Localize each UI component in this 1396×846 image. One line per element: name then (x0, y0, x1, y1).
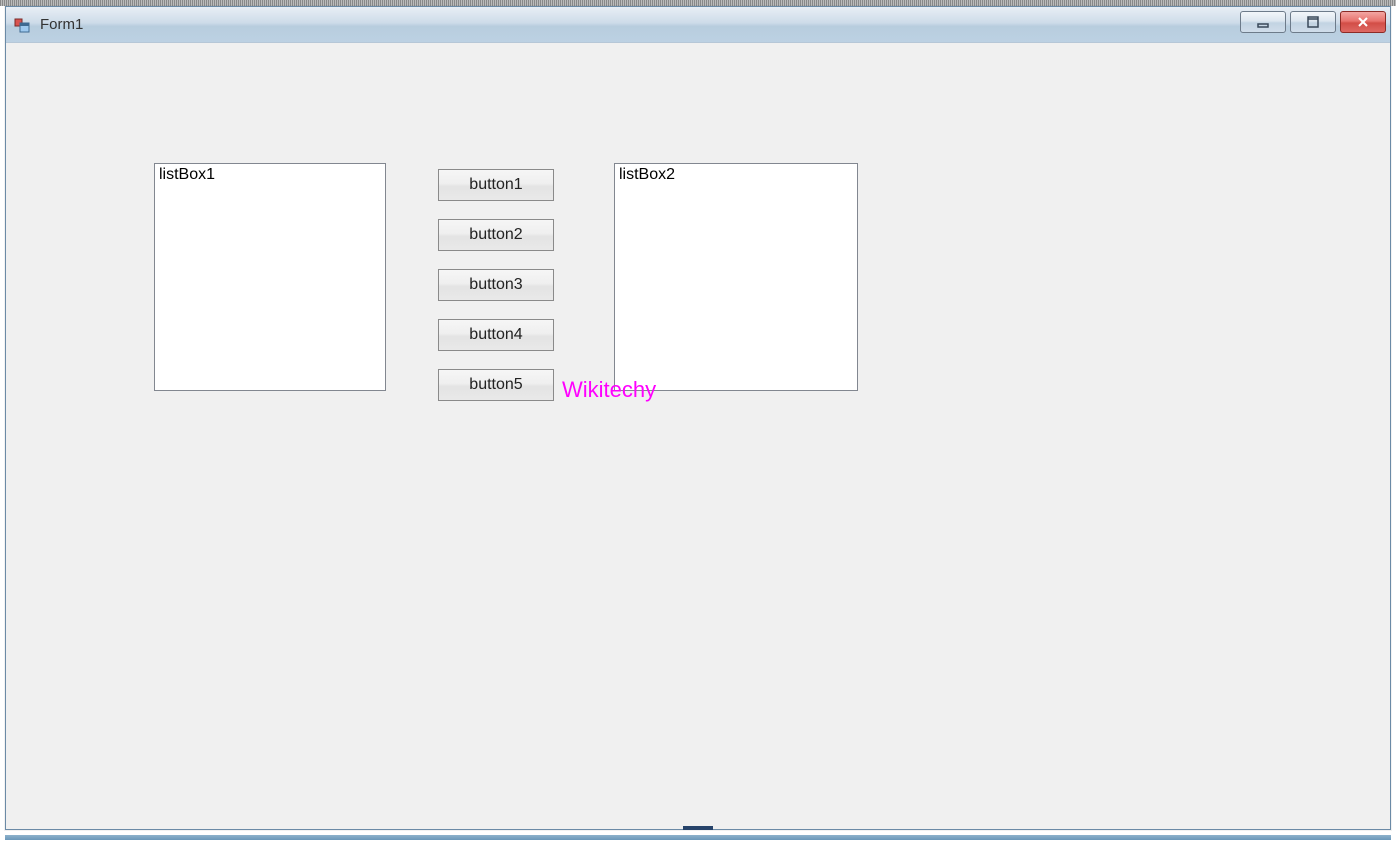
form-window: Form1 listBox1 button1 button2 butto (5, 6, 1391, 830)
app-icon (14, 16, 32, 34)
listbox-1[interactable]: listBox1 (154, 163, 386, 391)
client-area: listBox1 button1 button2 button3 button4… (6, 43, 1390, 829)
window-title: Form1 (40, 16, 83, 33)
minimize-button[interactable] (1240, 11, 1286, 33)
close-button[interactable] (1340, 11, 1386, 33)
titlebar[interactable]: Form1 (6, 7, 1390, 43)
bottom-marker (683, 826, 713, 830)
bottom-accent (5, 835, 1391, 840)
button-stack: button1 button2 button3 button4 button5 (438, 169, 554, 401)
button-5[interactable]: button5 (438, 369, 554, 401)
watermark-text: Wikitechy (562, 377, 656, 403)
button-1[interactable]: button1 (438, 169, 554, 201)
maximize-button[interactable] (1290, 11, 1336, 33)
listbox-1-item[interactable]: listBox1 (159, 166, 215, 183)
button-3[interactable]: button3 (438, 269, 554, 301)
window-controls (1240, 11, 1386, 33)
screenshot-frame: Form1 listBox1 button1 button2 butto (0, 0, 1396, 846)
listbox-2[interactable]: listBox2 (614, 163, 858, 391)
button-4[interactable]: button4 (438, 319, 554, 351)
button-2[interactable]: button2 (438, 219, 554, 251)
listbox-2-item[interactable]: listBox2 (619, 166, 675, 183)
